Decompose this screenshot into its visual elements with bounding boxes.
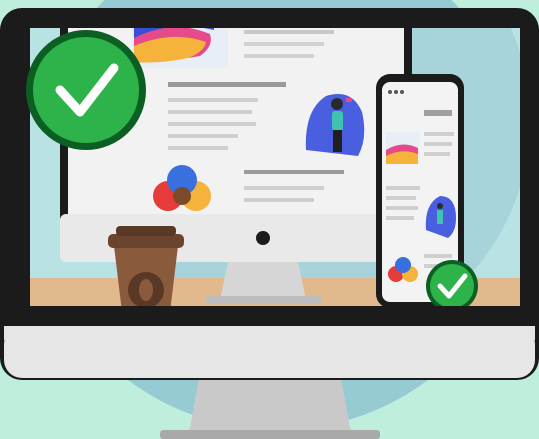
desktop-stand <box>220 262 306 300</box>
large-check-fill <box>33 37 139 143</box>
text-line <box>244 54 314 58</box>
text-line <box>168 122 256 126</box>
stand-neck <box>188 372 352 439</box>
phone-text-line <box>386 186 420 190</box>
phone-text-line <box>424 152 450 156</box>
stand-base <box>160 430 380 439</box>
small-check-fill <box>430 264 474 306</box>
phone-wheel-blue <box>395 257 411 273</box>
phone-text-line <box>424 254 452 258</box>
coffee-bean-icon <box>139 279 153 301</box>
phone-text-line <box>386 196 416 200</box>
phone-text-line <box>386 206 418 210</box>
phone-heading-line <box>424 110 452 116</box>
phone-person-head <box>437 203 443 209</box>
phone-text-line <box>386 216 414 220</box>
person-flag <box>346 98 352 102</box>
desktop-camera-dot <box>256 231 270 245</box>
outer-monitor-chin-top <box>4 326 535 340</box>
phone-text-line <box>424 132 454 136</box>
phone-dot <box>400 90 404 94</box>
text-line <box>168 98 258 102</box>
desktop-stand-base <box>206 296 322 304</box>
text-line <box>244 30 334 34</box>
phone-dot <box>388 90 392 94</box>
person-legs <box>333 130 342 152</box>
cup-lid <box>108 234 184 248</box>
text-line <box>168 110 252 114</box>
responsive-design-illustration <box>0 0 539 439</box>
text-line <box>244 42 324 46</box>
large-check-icon <box>26 30 146 150</box>
small-check-icon <box>426 260 478 306</box>
text-line <box>168 146 228 150</box>
phone-dot <box>394 90 398 94</box>
person-head <box>331 98 343 110</box>
cup-lid-top <box>116 226 176 236</box>
heading-line <box>244 170 344 174</box>
person-body <box>332 111 343 131</box>
wheel-center <box>173 187 191 205</box>
text-line <box>168 134 238 138</box>
phone-person-body <box>437 210 443 224</box>
phone-text-line <box>424 142 452 146</box>
text-line <box>244 198 314 202</box>
text-line <box>244 186 324 190</box>
heading-line <box>168 82 286 87</box>
scene-svg <box>0 0 539 439</box>
